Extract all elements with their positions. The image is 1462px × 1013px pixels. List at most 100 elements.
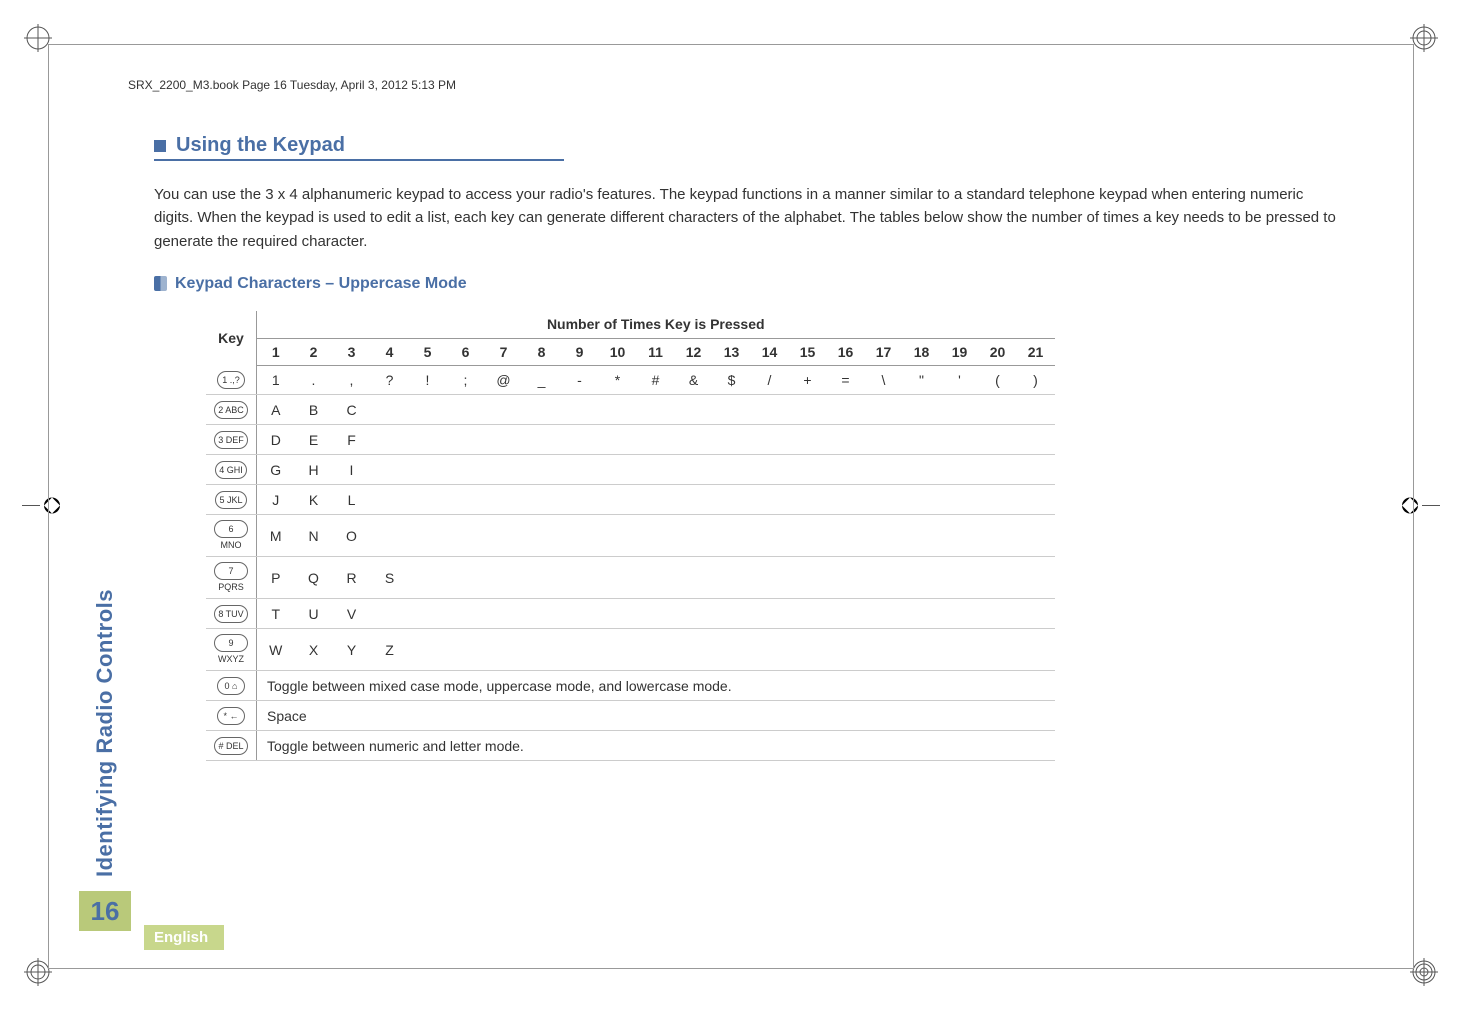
col-num: 15 [789, 338, 827, 365]
table-cell: ; [447, 365, 485, 395]
table-cell [447, 485, 485, 515]
table-cell [637, 455, 675, 485]
table-cell [409, 599, 447, 629]
table-cell [941, 455, 979, 485]
table-cell: . [295, 365, 333, 395]
table-cell [865, 557, 903, 599]
table-cell [637, 485, 675, 515]
keycap-icon: 2 ABC [214, 401, 248, 419]
col-num: 4 [371, 338, 409, 365]
keycap-cell: 9 WXYZ [206, 629, 257, 671]
table-cell [865, 599, 903, 629]
keycap-icon: 5 JKL [215, 491, 246, 509]
table-cell [637, 599, 675, 629]
table-cell [485, 557, 523, 599]
table-cell [865, 515, 903, 557]
table-cell [485, 395, 523, 425]
table-note-cell: Toggle between mixed case mode, uppercas… [257, 671, 1055, 701]
table-cell [751, 425, 789, 455]
table-cell [523, 425, 561, 455]
table-cell: Q [295, 557, 333, 599]
table-cell [561, 515, 599, 557]
table-cell [713, 557, 751, 599]
table-cell: F [333, 425, 371, 455]
table-cell [979, 485, 1017, 515]
content-area: Using the Keypad You can use the 3 x 4 a… [154, 134, 1342, 761]
keycap-icon: 8 TUV [214, 605, 247, 623]
table-cell [561, 557, 599, 599]
table-cell [485, 599, 523, 629]
table-cell: W [257, 629, 295, 671]
table-cell [865, 455, 903, 485]
col-num: 19 [941, 338, 979, 365]
table-cell [903, 599, 941, 629]
table-cell: X [295, 629, 333, 671]
table-cell [409, 515, 447, 557]
table-cell: * [599, 365, 637, 395]
table-cell [789, 455, 827, 485]
table-cell: R [333, 557, 371, 599]
table-cell: / [751, 365, 789, 395]
table-cell [903, 557, 941, 599]
table-cell [713, 599, 751, 629]
table-cell [485, 455, 523, 485]
keycap-icon: 3 DEF [214, 431, 248, 449]
keycap-cell: 0 ⌂ [206, 671, 257, 701]
table-cell [447, 557, 485, 599]
keypad-table-wrap: Key Number of Times Key is Pressed 1 2 3… [206, 311, 1342, 762]
col-num: 18 [903, 338, 941, 365]
table-cell [1017, 515, 1055, 557]
table-cell [599, 425, 637, 455]
section-heading: Using the Keypad [154, 134, 1342, 157]
table-cell: G [257, 455, 295, 485]
keycap-cell: 5 JKL [206, 485, 257, 515]
table-cell: $ [713, 365, 751, 395]
table-cell [561, 629, 599, 671]
keycap-cell: 3 DEF [206, 425, 257, 455]
table-cell [523, 557, 561, 599]
sidebar-tab: Identifying Radio Controls 16 [84, 371, 126, 931]
table-cell [523, 395, 561, 425]
section-underline [154, 159, 564, 161]
table-cell: C [333, 395, 371, 425]
table-cell [523, 515, 561, 557]
table-cell [979, 629, 1017, 671]
crop-mark-top-right-icon [1410, 24, 1438, 55]
table-cell: ( [979, 365, 1017, 395]
table-cell [751, 557, 789, 599]
table-cell [865, 485, 903, 515]
table-cell: & [675, 365, 713, 395]
table-cell [447, 515, 485, 557]
table-cell: , [333, 365, 371, 395]
table-row: 6 MNOMNO [206, 515, 1055, 557]
table-cell [637, 425, 675, 455]
table-cell [789, 485, 827, 515]
table-cell [751, 515, 789, 557]
table-cell [1017, 425, 1055, 455]
table-cell: ? [371, 365, 409, 395]
table-cell [561, 425, 599, 455]
table-cell [903, 629, 941, 671]
table-cell [409, 485, 447, 515]
table-cell [941, 629, 979, 671]
table-body: 1 .,?1.,?!;@_-*#&$/+=\"'()2 ABCABC3 DEFD… [206, 365, 1055, 761]
subsection-title-text: Keypad Characters – Uppercase Mode [175, 275, 467, 293]
table-row: 8 TUVTUV [206, 599, 1055, 629]
table-cell [599, 485, 637, 515]
table-cell: O [333, 515, 371, 557]
table-cell [561, 455, 599, 485]
col-num: 10 [599, 338, 637, 365]
table-cell [675, 395, 713, 425]
table-cell [371, 455, 409, 485]
table-cell: P [257, 557, 295, 599]
col-num: 12 [675, 338, 713, 365]
table-cell [523, 455, 561, 485]
table-cell [675, 455, 713, 485]
table-row: 3 DEFDEF [206, 425, 1055, 455]
table-cell [371, 425, 409, 455]
sidebar-section-label: Identifying Radio Controls [92, 589, 118, 877]
col-num: 3 [333, 338, 371, 365]
table-cell [1017, 395, 1055, 425]
col-num: 16 [827, 338, 865, 365]
table-cell [789, 515, 827, 557]
